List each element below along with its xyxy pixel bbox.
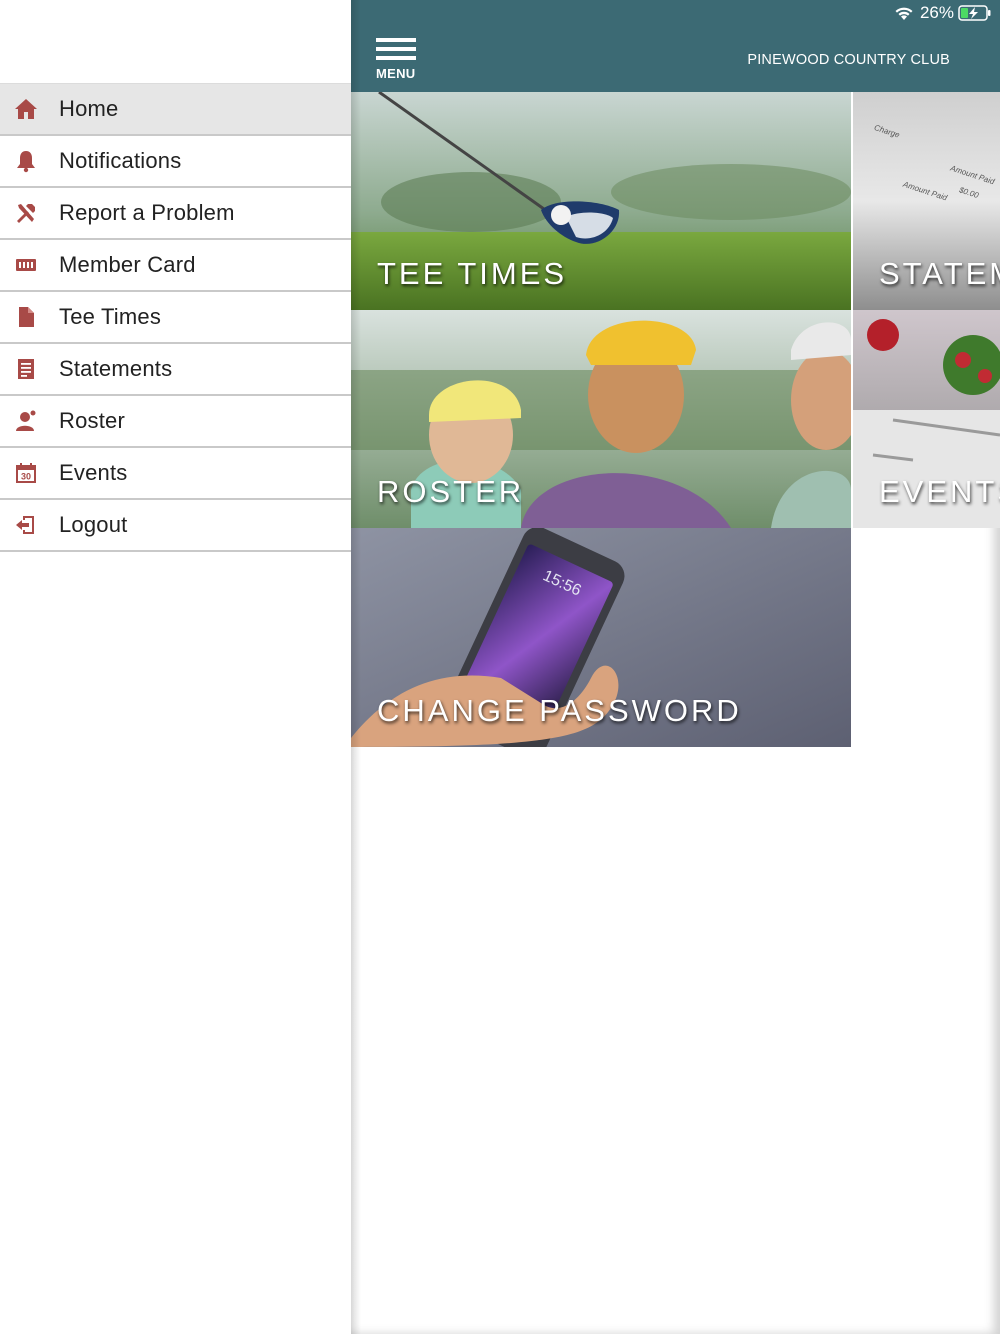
- card-icon: [13, 252, 39, 278]
- logout-icon: [13, 512, 39, 538]
- svg-text:30: 30: [21, 472, 31, 482]
- sidebar-item-events[interactable]: 30 Events: [0, 448, 351, 500]
- tile-tee-times[interactable]: TEE TIMES: [351, 92, 851, 310]
- sidebar-item-label: Events: [59, 460, 128, 485]
- tile-label: EVENTS: [879, 474, 1000, 509]
- tile-roster[interactable]: ROSTER: [351, 310, 851, 528]
- sidebar: Home Notifications Report a Problem Memb…: [0, 0, 351, 1334]
- tile-label: TEE TIMES: [377, 256, 568, 291]
- document-icon: [13, 304, 39, 330]
- bell-icon: [13, 148, 39, 174]
- menu-button[interactable]: MENU: [376, 38, 418, 82]
- sidebar-item-label: Home: [59, 96, 119, 121]
- sidebar-item-home[interactable]: Home: [0, 83, 351, 136]
- sidebar-item-notifications[interactable]: Notifications: [0, 136, 351, 188]
- tile-label: ROSTER: [377, 474, 525, 509]
- sidebar-item-logout[interactable]: Logout: [0, 500, 351, 552]
- tools-icon: [13, 200, 39, 226]
- sidebar-item-label: Tee Times: [59, 304, 162, 329]
- statement-icon: [13, 356, 39, 382]
- sidebar-item-label: Statements: [59, 356, 173, 381]
- sidebar-item-report-a-problem[interactable]: Report a Problem: [0, 188, 351, 240]
- tile-events[interactable]: EVENTS: [853, 310, 1000, 528]
- sidebar-item-label: Notifications: [59, 148, 182, 173]
- sidebar-item-roster[interactable]: Roster: [0, 396, 351, 448]
- sidebar-item-member-card[interactable]: Member Card: [0, 240, 351, 292]
- tile-change-password[interactable]: 15:56 CHANGE PASSWORD: [351, 528, 851, 747]
- sidebar-item-tee-times[interactable]: Tee Times: [0, 292, 351, 344]
- tile-label: CHANGE PASSWORD: [377, 693, 742, 728]
- club-name: PINEWOOD COUNTRY CLUB: [747, 52, 950, 68]
- sidebar-item-statements[interactable]: Statements: [0, 344, 351, 396]
- tile-label: STATEM: [879, 256, 1000, 291]
- home-icon: [13, 96, 39, 122]
- status-bar: 26%: [894, 3, 992, 23]
- battery-percent: 26%: [919, 3, 954, 22]
- person-icon: [13, 408, 39, 434]
- sidebar-item-label: Logout: [59, 512, 128, 537]
- battery-charging-icon: [958, 5, 991, 21]
- wifi-icon: [895, 7, 913, 20]
- sidebar-item-label: Member Card: [59, 252, 196, 277]
- sidebar-menu: Home Notifications Report a Problem Memb…: [0, 83, 351, 552]
- tile-statements[interactable]: Charge Amount Paid $0.00 Amount Paid STA…: [853, 92, 1000, 310]
- top-bar: 26% MENU PINEWOOD COUNTRY CLUB: [351, 0, 1000, 92]
- main-panel: 26% MENU PINEWOOD COUNTRY CLUB TEE TIMES…: [351, 0, 1000, 1334]
- menu-button-label: MENU: [376, 66, 416, 81]
- sidebar-item-label: Roster: [59, 408, 125, 433]
- sidebar-item-label: Report a Problem: [59, 200, 235, 225]
- calendar-icon: 30: [13, 460, 39, 486]
- hamburger-icon: [376, 38, 416, 42]
